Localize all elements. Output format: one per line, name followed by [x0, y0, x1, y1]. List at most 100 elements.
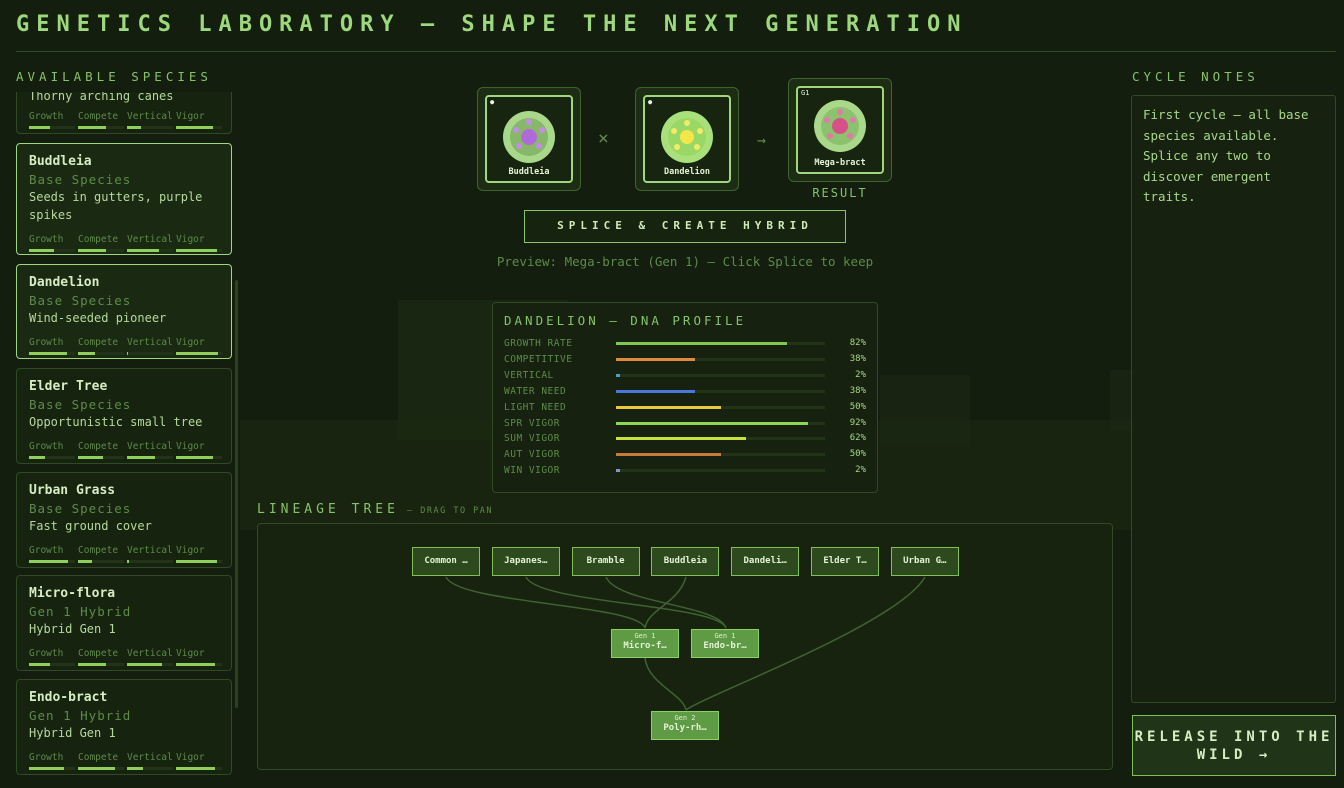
species-list[interactable]: Thorny arching canes Growth Compete Vertica… — [16, 92, 236, 782]
stat-bar-fill — [127, 767, 143, 770]
splice-button[interactable]: SPLICE & CREATE HYBRID — [524, 210, 846, 243]
dna-trait-label: COMPETITIVE — [504, 353, 573, 365]
dna-trait-label: WATER NEED — [504, 385, 567, 397]
dna-trait-value: 50% — [849, 401, 866, 412]
species-description: Hybrid Gen 1 — [29, 622, 116, 636]
hybrid-flower-icon — [814, 100, 866, 152]
stat-bar — [176, 352, 222, 355]
species-card[interactable]: Micro-flora Gen 1 Hybrid Hybrid Gen 1 Growt… — [16, 575, 232, 671]
stat-bar-fill — [127, 249, 159, 252]
stat-bar — [29, 456, 75, 459]
dna-row: COMPETITIVE 38% — [504, 354, 866, 366]
dna-row: SUM VIGOR 62% — [504, 433, 866, 445]
release-into-wild-button[interactable]: RELEASE INTO THE WILD → — [1132, 715, 1336, 776]
lineage-node-gen1[interactable]: Gen 1 Micro-f… — [611, 629, 679, 658]
stat-bar-fill — [176, 456, 213, 459]
species-list-scrollbar[interactable] — [235, 280, 238, 708]
species-card[interactable]: Buddleia Base Species Seeds in gutters, pu… — [16, 143, 232, 255]
stat-bar — [78, 352, 124, 355]
dna-row: SPR VIGOR 92% — [504, 418, 866, 430]
parent-b-slot[interactable]: ● Dandelion — [635, 87, 739, 191]
stat-bar — [127, 249, 173, 252]
dna-trait-value: 38% — [849, 353, 866, 364]
species-card[interactable]: Elder Tree Base Species Opportunistic smal… — [16, 368, 232, 464]
stat-bar — [29, 663, 75, 666]
title-divider — [16, 51, 1336, 52]
result-slot: G1 Mega-bract — [788, 78, 892, 182]
arrow-right-icon: → — [757, 131, 767, 149]
species-card[interactable]: Thorny arching canes Growth Compete Vertica… — [16, 92, 232, 134]
dna-trait-value: 38% — [849, 385, 866, 396]
dna-profile-title: DANDELION — DNA PROFILE — [504, 313, 747, 328]
species-type: Base Species — [29, 397, 132, 412]
stat-label: Vigor — [176, 648, 205, 659]
lineage-node-name: Micro-f… — [623, 641, 667, 651]
species-name: Dandelion — [29, 275, 100, 290]
lineage-node-gen0[interactable]: Bramble — [571, 547, 640, 576]
dna-trait-label: SPR VIGOR — [504, 417, 560, 429]
page-title: GENETICS LABORATORY — SHAPE THE NEXT GEN… — [16, 12, 968, 37]
result-label: RESULT — [812, 186, 868, 200]
stat-label: Vertical — [127, 234, 173, 245]
lineage-node-gen0[interactable]: Japanes… — [491, 547, 560, 576]
species-description: Hybrid Gen 1 — [29, 726, 116, 740]
dna-trait-value: 2% — [855, 369, 866, 380]
stat-label: Vigor — [176, 545, 205, 556]
lineage-node-gen1[interactable]: Gen 1 Endo-br… — [691, 629, 759, 658]
stat-bar-fill — [176, 249, 217, 252]
stat-label: Compete — [78, 752, 119, 763]
lineage-node-gen2[interactable]: Gen 2 Poly-rh… — [651, 711, 719, 740]
species-card[interactable]: Urban Grass Base Species Fast ground cover… — [16, 472, 232, 568]
stat-bar-fill — [78, 126, 106, 129]
lineage-node-name: Endo-br… — [703, 641, 747, 651]
dna-trait-bar-fill — [616, 421, 809, 425]
dna-row: AUT VIGOR 50% — [504, 449, 866, 461]
stat-bar-fill — [78, 249, 106, 252]
dna-trait-label: SUM VIGOR — [504, 433, 560, 445]
stat-label: Growth — [29, 441, 64, 452]
parent-a-name: Buddleia — [508, 167, 550, 177]
dna-trait-bar — [616, 389, 825, 393]
stat-bar — [29, 249, 75, 252]
dna-trait-bar — [616, 421, 825, 425]
lineage-node-gen0[interactable]: Elder T… — [811, 547, 879, 576]
stat-label: Vigor — [176, 441, 205, 452]
stat-label: Vertical — [127, 545, 173, 556]
stat-bar-fill — [127, 456, 155, 459]
species-type: Base Species — [29, 172, 132, 187]
lineage-tree-canvas[interactable]: Common … Japanes… Bramble Buddleia Dandeli… E… — [257, 523, 1113, 770]
available-species-label: AVAILABLE SPECIES — [16, 69, 212, 84]
stat-bar — [127, 352, 173, 355]
parent-a-slot[interactable]: ● Buddleia — [477, 87, 581, 191]
stat-bar — [78, 456, 124, 459]
stat-bar — [29, 352, 75, 355]
species-type: Gen 1 Hybrid — [29, 708, 132, 723]
parent-b-name: Dandelion — [663, 167, 711, 177]
lineage-node-gen0[interactable]: Urban G… — [890, 547, 959, 576]
lineage-node-gen0[interactable]: Dandeli… — [731, 547, 800, 576]
dna-profile-panel: DANDELION — DNA PROFILE GROWTH RATE 82% CO… — [492, 302, 878, 493]
stat-label: Growth — [29, 545, 64, 556]
lineage-node-gen0[interactable]: Common … — [412, 547, 480, 576]
stat-bar — [78, 126, 124, 129]
dna-trait-label: WIN VIGOR — [504, 465, 560, 477]
stat-bar-fill — [29, 767, 64, 770]
dna-row: GROWTH RATE 82% — [504, 338, 866, 350]
stat-bar-fill — [127, 352, 128, 355]
dna-trait-bar — [616, 405, 825, 409]
species-card[interactable]: Dandelion Base Species Wind-seeded pioneer… — [16, 264, 232, 359]
lineage-node-gen0[interactable]: Buddleia — [651, 547, 720, 576]
species-card[interactable]: Endo-bract Gen 1 Hybrid Hybrid Gen 1 Growth… — [16, 679, 232, 775]
stat-label: Vigor — [176, 111, 205, 122]
lineage-node-gen-label: Gen 2 — [674, 714, 696, 722]
stat-label: Compete — [78, 337, 119, 348]
dna-trait-bar — [616, 373, 825, 377]
stat-bar-fill — [29, 663, 50, 666]
dna-trait-label: LIGHT NEED — [504, 401, 567, 413]
species-name: Micro-flora — [29, 586, 116, 601]
stat-bar — [29, 767, 75, 770]
species-type: Base Species — [29, 501, 132, 516]
stat-bar — [176, 663, 222, 666]
dna-trait-value: 50% — [849, 449, 866, 460]
stat-bar-fill — [29, 352, 67, 355]
